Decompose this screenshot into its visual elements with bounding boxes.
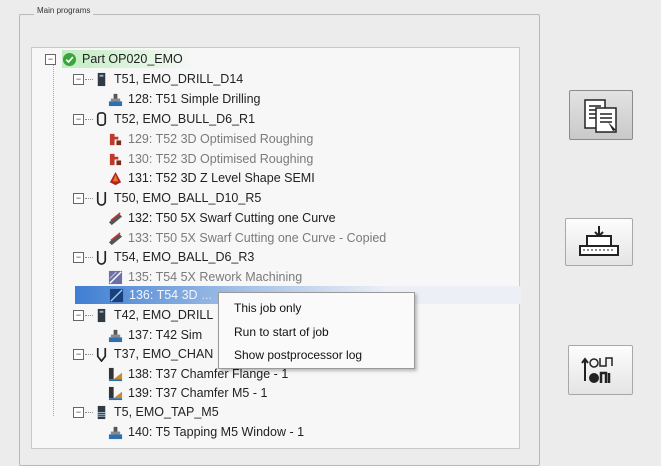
collapse-tool-toggle[interactable]: −	[73, 74, 84, 85]
tapping-op-icon	[108, 426, 123, 439]
tool-label: T51, EMO_DRILL_D14	[114, 72, 244, 86]
tree-job-row[interactable]: 137: T42 Sim	[108, 326, 202, 344]
tree-tool-row[interactable]: T54, EMO_BALL_D6_R3	[94, 248, 254, 266]
z-level-op-icon	[109, 171, 122, 185]
roughing-op-icon	[109, 133, 122, 145]
job-label: 129: T52 3D Optimised Roughing	[128, 132, 314, 146]
drill-tool-icon	[97, 308, 106, 322]
tree-connector	[85, 198, 93, 199]
tap-tool-icon	[97, 405, 106, 419]
drill-tool-icon	[97, 72, 106, 86]
chamfer-tool-icon	[96, 347, 107, 362]
tree-connector	[85, 354, 93, 355]
tree-tool-row[interactable]: T52, EMO_BULL_D6_R1	[94, 110, 255, 128]
machine-button[interactable]	[565, 218, 633, 266]
tree-job-row[interactable]: 133: T50 5X Swarf Cutting one Curve - Co…	[108, 229, 386, 247]
ball-tool-icon	[96, 191, 107, 206]
ball-tool-icon	[96, 250, 107, 265]
collapse-tool-toggle[interactable]: −	[73, 252, 84, 263]
tree-job-row[interactable]: 139: T37 Chamfer M5 - 1	[108, 384, 267, 402]
drilling-op-icon	[108, 93, 123, 106]
program-tree[interactable]: − Part OP020_EMO − T51, EMO_DRILL_D14 12…	[31, 47, 520, 449]
tree-job-row-selected-content[interactable]: 136: T54 3D ...	[109, 286, 212, 304]
toggle-output-button[interactable]	[568, 345, 633, 395]
tree-connector	[85, 257, 93, 258]
check-circle-icon	[62, 52, 77, 66]
menu-item-run-to-start[interactable]: Run to start of job	[234, 325, 329, 339]
job-label: 133: T50 5X Swarf Cutting one Curve - Co…	[128, 231, 387, 245]
job-label: 135: T54 5X Rework Machining	[128, 270, 303, 284]
chamfer-op-icon	[108, 367, 123, 381]
bull-nose-tool-icon	[96, 111, 107, 126]
roughing-op-icon	[109, 153, 122, 165]
tree-job-row[interactable]: 132: T50 5X Swarf Cutting one Curve	[108, 209, 336, 227]
swarf-op-icon	[108, 211, 123, 225]
context-menu: This job only Run to start of job Show p…	[218, 292, 415, 369]
tree-connector	[85, 412, 93, 413]
chamfer-op-icon	[108, 386, 123, 400]
tool-label: T37, EMO_CHAN	[114, 347, 214, 361]
collapse-tool-toggle[interactable]: −	[73, 193, 84, 204]
tree-job-row[interactable]: 128: T51 Simple Drilling	[108, 90, 260, 108]
tree-job-row[interactable]: 135: T54 5X Rework Machining	[108, 268, 302, 286]
tool-label: T5, EMO_TAP_M5	[114, 405, 219, 419]
machine-table-icon	[579, 226, 619, 256]
tree-job-row[interactable]: 129: T52 3D Optimised Roughing	[108, 130, 313, 148]
drilling-op-icon	[108, 329, 123, 342]
tree-tool-row[interactable]: T51, EMO_DRILL_D14	[94, 70, 243, 88]
collapse-tool-toggle[interactable]: −	[73, 310, 84, 321]
tool-label: T54, EMO_BALL_D6_R3	[114, 250, 255, 264]
group-title: Main programs	[34, 6, 94, 15]
job-label: 130: T52 3D Optimised Roughing	[128, 152, 314, 166]
job-label: 128: T51 Simple Drilling	[128, 92, 261, 106]
job-label: 136: T54 3D	[129, 288, 198, 302]
tree-connector	[85, 79, 93, 80]
collapse-tool-toggle[interactable]: −	[73, 114, 84, 125]
part-label: Part OP020_EMO	[82, 52, 183, 66]
job-label: 139: T37 Chamfer M5 - 1	[128, 386, 268, 400]
tree-tool-row[interactable]: T42, EMO_DRILL	[94, 306, 213, 324]
tree-job-row[interactable]: 140: T5 Tapping M5 Window - 1	[108, 423, 304, 441]
tree-guide-line	[53, 64, 54, 416]
menu-item-this-job-only[interactable]: This job only	[234, 301, 301, 315]
job-label: 137: T42 Sim	[128, 328, 203, 342]
tree-part-row[interactable]: Part OP020_EMO	[62, 50, 193, 68]
tree-tool-row[interactable]: T37, EMO_CHAN	[94, 345, 213, 363]
tree-job-row[interactable]: 131: T52 3D Z Level Shape SEMI	[108, 169, 315, 187]
collapse-tool-toggle[interactable]: −	[73, 407, 84, 418]
job-label: 138: T37 Chamfer Flange - 1	[128, 367, 289, 381]
job-label: 140: T5 Tapping M5 Window - 1	[128, 425, 305, 439]
job-label-suffix: ...	[201, 288, 212, 302]
job-label: 131: T52 3D Z Level Shape SEMI	[128, 171, 315, 185]
tool-label: T52, EMO_BULL_D6_R1	[114, 112, 256, 126]
rework-op-icon	[108, 270, 123, 284]
toggle-output-icon	[581, 357, 613, 383]
tree-tool-row[interactable]: T5, EMO_TAP_M5	[94, 403, 219, 421]
swarf-op-icon	[108, 231, 123, 245]
finishing-op-icon	[109, 288, 124, 302]
tool-label: T42, EMO_DRILL	[114, 308, 214, 322]
menu-item-show-postprocessor-log[interactable]: Show postprocessor log	[234, 348, 362, 362]
collapse-part-toggle[interactable]: −	[45, 54, 56, 65]
tree-job-row[interactable]: 130: T52 3D Optimised Roughing	[108, 150, 313, 168]
tree-tool-row[interactable]: T50, EMO_BALL_D10_R5	[94, 189, 261, 207]
job-label: 132: T50 5X Swarf Cutting one Curve	[128, 211, 336, 225]
tool-label: T50, EMO_BALL_D10_R5	[114, 191, 262, 205]
collapse-tool-toggle[interactable]: −	[73, 349, 84, 360]
program-list-button[interactable]	[569, 90, 633, 140]
program-list-icon	[584, 99, 617, 133]
tree-connector	[85, 315, 93, 316]
tree-connector	[85, 119, 93, 120]
